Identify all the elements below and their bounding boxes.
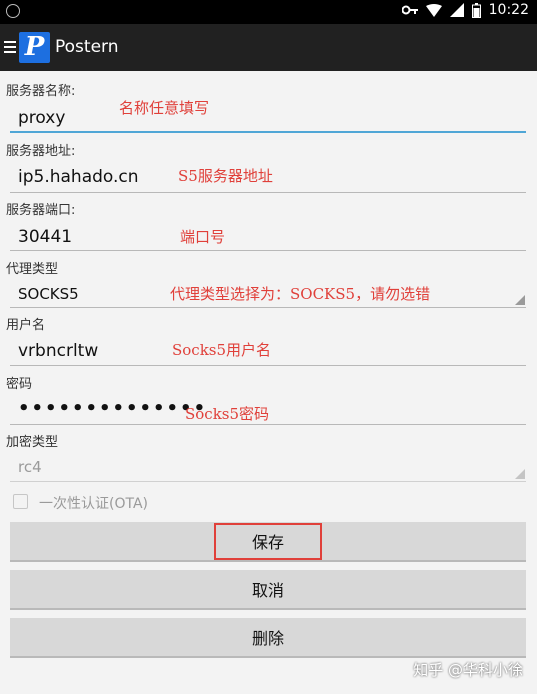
- ota-checkbox[interactable]: [13, 494, 28, 509]
- watermark: 知乎 @华科小徐: [413, 661, 523, 679]
- password-label: 密码: [6, 377, 33, 392]
- proxy-type-select[interactable]: SOCKS5: [18, 285, 79, 303]
- status-time: 10:22: [488, 2, 529, 18]
- key-icon: [401, 5, 418, 15]
- server-name-annotation: 名称任意填写: [119, 99, 210, 117]
- server-port-underline: [10, 250, 526, 251]
- proxy-type-annotation: 代理类型选择为：SOCKS5，请勿选错: [170, 285, 431, 303]
- server-address-input[interactable]: ip5.hahado.cn: [18, 167, 139, 187]
- encryption-label: 加密类型: [6, 435, 59, 450]
- ota-checkbox-label: 一次性认证(OTA): [39, 496, 148, 512]
- server-port-annotation: 端口号: [180, 228, 226, 246]
- signal-icon: [449, 3, 464, 17]
- username-input[interactable]: vrbncrltw: [18, 341, 98, 361]
- notification-icon: [6, 4, 20, 18]
- status-icons: 10:22: [401, 2, 529, 18]
- username-annotation: Socks5用户名: [172, 341, 272, 359]
- proxy-type-label: 代理类型: [6, 262, 59, 277]
- encryption-underline: [10, 481, 526, 482]
- server-address-annotation: S5服务器地址: [178, 167, 273, 185]
- battery-icon: [471, 2, 481, 18]
- server-name-underline: [10, 131, 526, 133]
- delete-button[interactable]: 删除: [10, 618, 526, 658]
- server-address-underline: [10, 192, 526, 193]
- wifi-icon: [425, 3, 442, 17]
- save-highlight-annotation: [214, 523, 322, 560]
- proxy-type-dropdown-icon[interactable]: [515, 295, 525, 305]
- app-logo: P: [19, 32, 50, 63]
- status-bar: 10:22: [0, 0, 537, 24]
- password-annotation: Socks5密码: [185, 405, 270, 423]
- username-label: 用户名: [6, 318, 46, 333]
- app-bar: P Postern: [0, 24, 537, 71]
- server-name-input[interactable]: proxy: [18, 108, 65, 128]
- encryption-dropdown-icon[interactable]: [515, 469, 525, 479]
- server-address-label: 服务器地址:: [6, 144, 76, 159]
- username-underline: [10, 365, 526, 366]
- encryption-select[interactable]: rc4: [18, 458, 42, 476]
- proxy-type-underline: [10, 307, 526, 308]
- server-name-label: 服务器名称:: [6, 84, 76, 99]
- cancel-button[interactable]: 取消: [10, 570, 526, 610]
- server-port-label: 服务器端口:: [6, 203, 76, 218]
- password-input[interactable]: ••••••••••••••: [18, 398, 207, 419]
- password-underline: [10, 424, 526, 425]
- app-title: Postern: [55, 37, 119, 57]
- server-port-input[interactable]: 30441: [18, 227, 72, 247]
- hamburger-menu-icon[interactable]: [4, 41, 16, 53]
